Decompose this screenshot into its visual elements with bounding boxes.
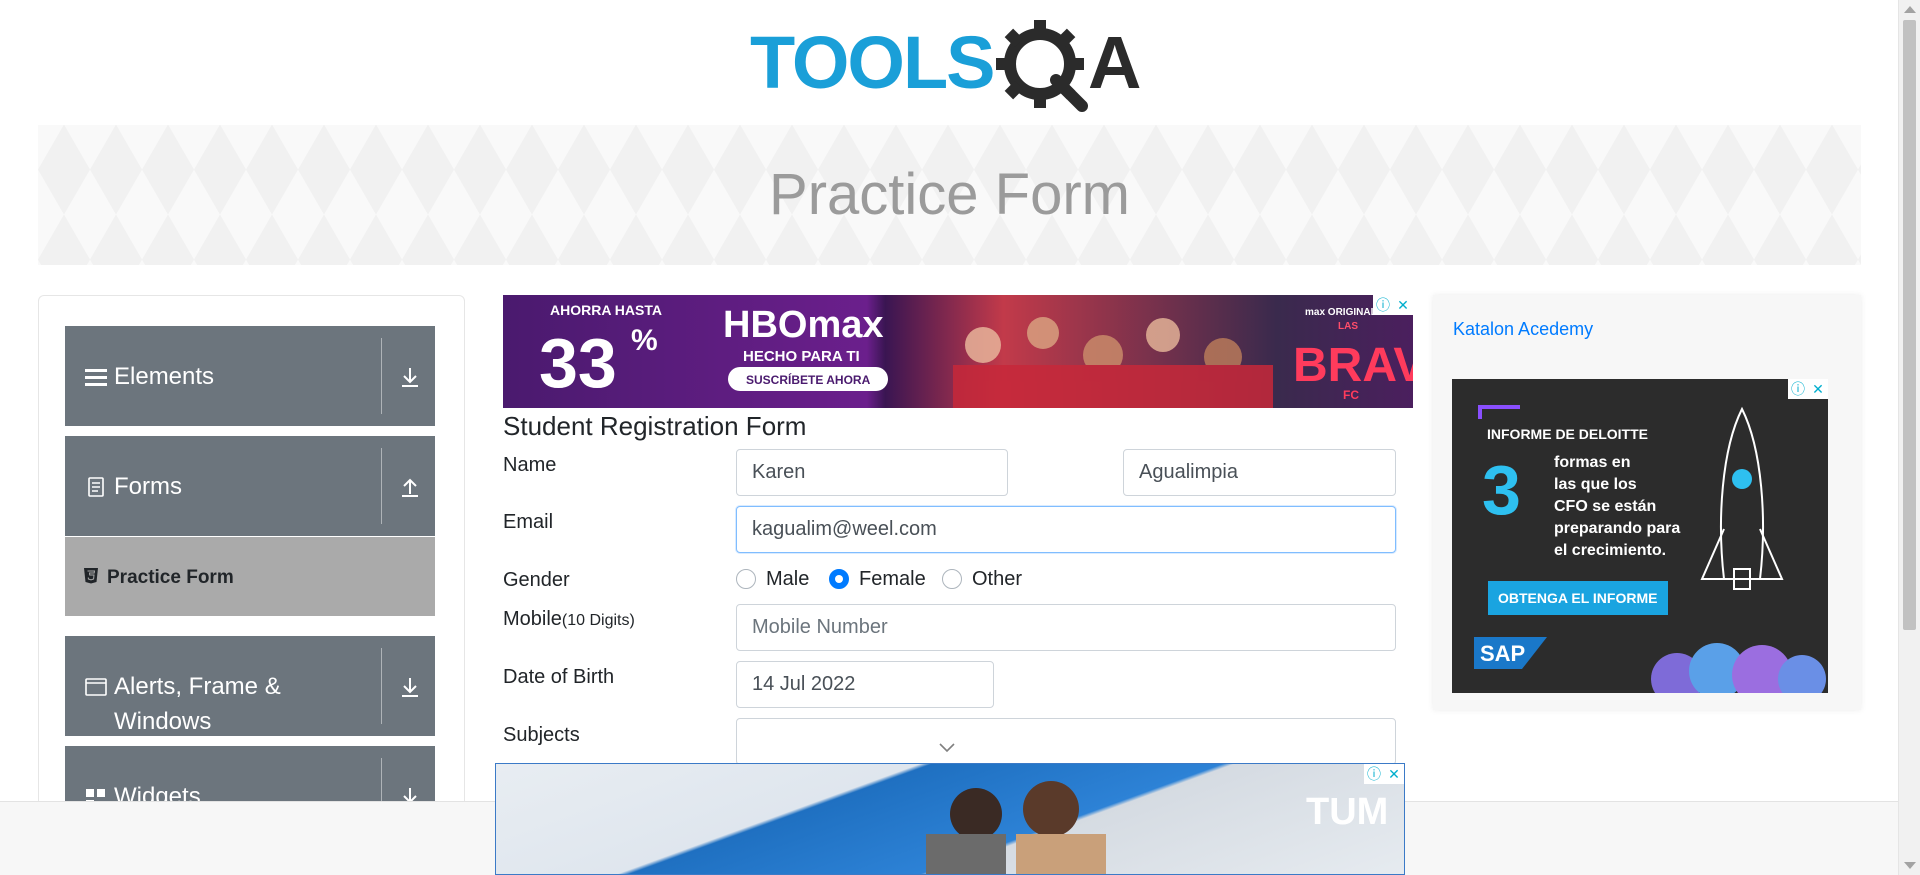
scroll-thumb[interactable]	[1903, 20, 1916, 630]
svg-text:HBOmax: HBOmax	[723, 304, 884, 346]
vertical-scrollbar[interactable]	[1898, 0, 1920, 875]
email-input[interactable]	[736, 506, 1396, 553]
email-label: Email	[503, 511, 554, 533]
gender-label: Gender	[503, 569, 570, 591]
logo-text-a: A	[1088, 21, 1141, 104]
sidebar-item-practice-form[interactable]: Practice Form	[65, 537, 435, 616]
svg-text:FC: FC	[1343, 388, 1359, 402]
radio-label: Other	[972, 567, 1023, 590]
date-of-birth-input[interactable]	[736, 661, 994, 708]
svg-text:HECHO PARA TI: HECHO PARA TI	[743, 348, 860, 365]
ad-close-icon[interactable]: ✕	[1384, 764, 1404, 784]
sidebar-group-label: Alerts, Frame & Windows	[114, 673, 281, 735]
tum-ad[interactable]: TUM ⓘ ✕	[495, 763, 1405, 875]
deloitte-ad[interactable]: INFORME DE DELOITTE 3 formas en las que …	[1452, 379, 1828, 693]
page-title: Practice Form	[769, 162, 1130, 227]
scroll-up-arrow-icon[interactable]	[1904, 6, 1916, 13]
form-title: Student Registration Form	[503, 411, 807, 441]
svg-text:TUM: TUM	[1306, 791, 1388, 833]
svg-text:max ORIGINAL: max ORIGINAL	[1305, 307, 1377, 318]
toolsqa-logo[interactable]: TOOLS A	[750, 18, 1155, 114]
ad-close-icon[interactable]: ✕	[1808, 379, 1828, 399]
gender-radio-male[interactable]: Male	[736, 567, 809, 591]
window-icon	[85, 678, 107, 696]
hbomax-ad[interactable]: AHORRA HASTA 33 % HBOmax HECHO PARA TI S…	[503, 295, 1413, 408]
page-banner: Practice Form	[38, 125, 1861, 265]
gear-icon	[996, 20, 1088, 112]
svg-text:formas en: formas en	[1554, 454, 1630, 471]
svg-text:33: 33	[539, 324, 617, 402]
radio-label: Male	[766, 567, 810, 590]
ad-info-icon[interactable]: ⓘ	[1373, 295, 1393, 315]
svg-text:LAS: LAS	[1338, 321, 1358, 332]
mobile-hint: (10 Digits)	[561, 612, 635, 629]
ad-info-icon[interactable]: ⓘ	[1788, 379, 1808, 399]
name-label: Name	[503, 454, 557, 476]
chevron-down-icon	[939, 743, 955, 753]
svg-text:OBTENGA EL INFORME: OBTENGA EL INFORME	[1498, 590, 1657, 606]
svg-text:3: 3	[1482, 451, 1521, 529]
gender-radio-female[interactable]: Female	[829, 567, 926, 591]
radio-button[interactable]	[942, 569, 962, 589]
side-ad-panel: Katalon Acedemy INFORME DE DELOITTE 3 fo…	[1433, 295, 1861, 710]
svg-text:SUSCRÍBETE AHORA: SUSCRÍBETE AHORA	[746, 372, 871, 387]
sidebar-group-widgets[interactable]: Widgets	[65, 746, 435, 806]
menu-icon	[85, 369, 107, 386]
svg-text:SAP: SAP	[1480, 641, 1525, 666]
dob-label: Date of Birth	[503, 666, 615, 688]
svg-text:INFORME DE DELOITTE: INFORME DE DELOITTE	[1487, 426, 1648, 442]
sidebar-group-forms[interactable]: Forms	[65, 436, 435, 536]
ad-info-icon[interactable]: ⓘ	[1364, 764, 1384, 784]
radio-button-checked[interactable]	[829, 569, 849, 589]
last-name-input[interactable]	[1123, 449, 1396, 496]
radio-label: Female	[859, 567, 926, 590]
sidebar-item-label: Practice Form	[107, 567, 234, 588]
scroll-down-arrow-icon[interactable]	[1904, 862, 1916, 869]
svg-text:AHORRA HASTA: AHORRA HASTA	[550, 302, 662, 318]
sidebar-group-label: Forms	[114, 473, 182, 500]
sidebar-group-alerts[interactable]: Alerts, Frame & Windows	[65, 636, 435, 736]
svg-text:BRAVAS: BRAVAS	[1293, 339, 1413, 392]
gender-radio-other[interactable]: Other	[942, 567, 1022, 591]
sidebar-group-label: Elements	[114, 363, 215, 390]
svg-text:preparando para: preparando para	[1554, 520, 1680, 537]
sidebar-group-elements[interactable]: Elements	[65, 326, 435, 426]
svg-text:las que los: las que los	[1554, 476, 1637, 493]
download-arrow-icon[interactable]	[399, 676, 421, 698]
mobile-label: Mobile(10 Digits)	[503, 608, 635, 630]
logo-text-tools: TOOLS	[750, 21, 994, 104]
first-name-input[interactable]	[736, 449, 1008, 496]
svg-text:CFO se están: CFO se están	[1554, 498, 1656, 515]
svg-text:el crecimiento.: el crecimiento.	[1554, 542, 1666, 559]
document-icon	[88, 477, 104, 497]
upload-arrow-icon[interactable]	[399, 476, 421, 498]
svg-text:%: %	[631, 324, 658, 357]
ad-close-icon[interactable]: ✕	[1393, 295, 1413, 315]
radio-button[interactable]	[736, 569, 756, 589]
mobile-input[interactable]	[736, 604, 1396, 651]
download-arrow-icon[interactable]	[399, 366, 421, 388]
katalon-academy-link[interactable]: Katalon Acedemy	[1453, 319, 1593, 340]
subjects-label: Subjects	[503, 724, 580, 746]
html5-icon	[84, 568, 98, 584]
subjects-input[interactable]	[736, 718, 1396, 765]
